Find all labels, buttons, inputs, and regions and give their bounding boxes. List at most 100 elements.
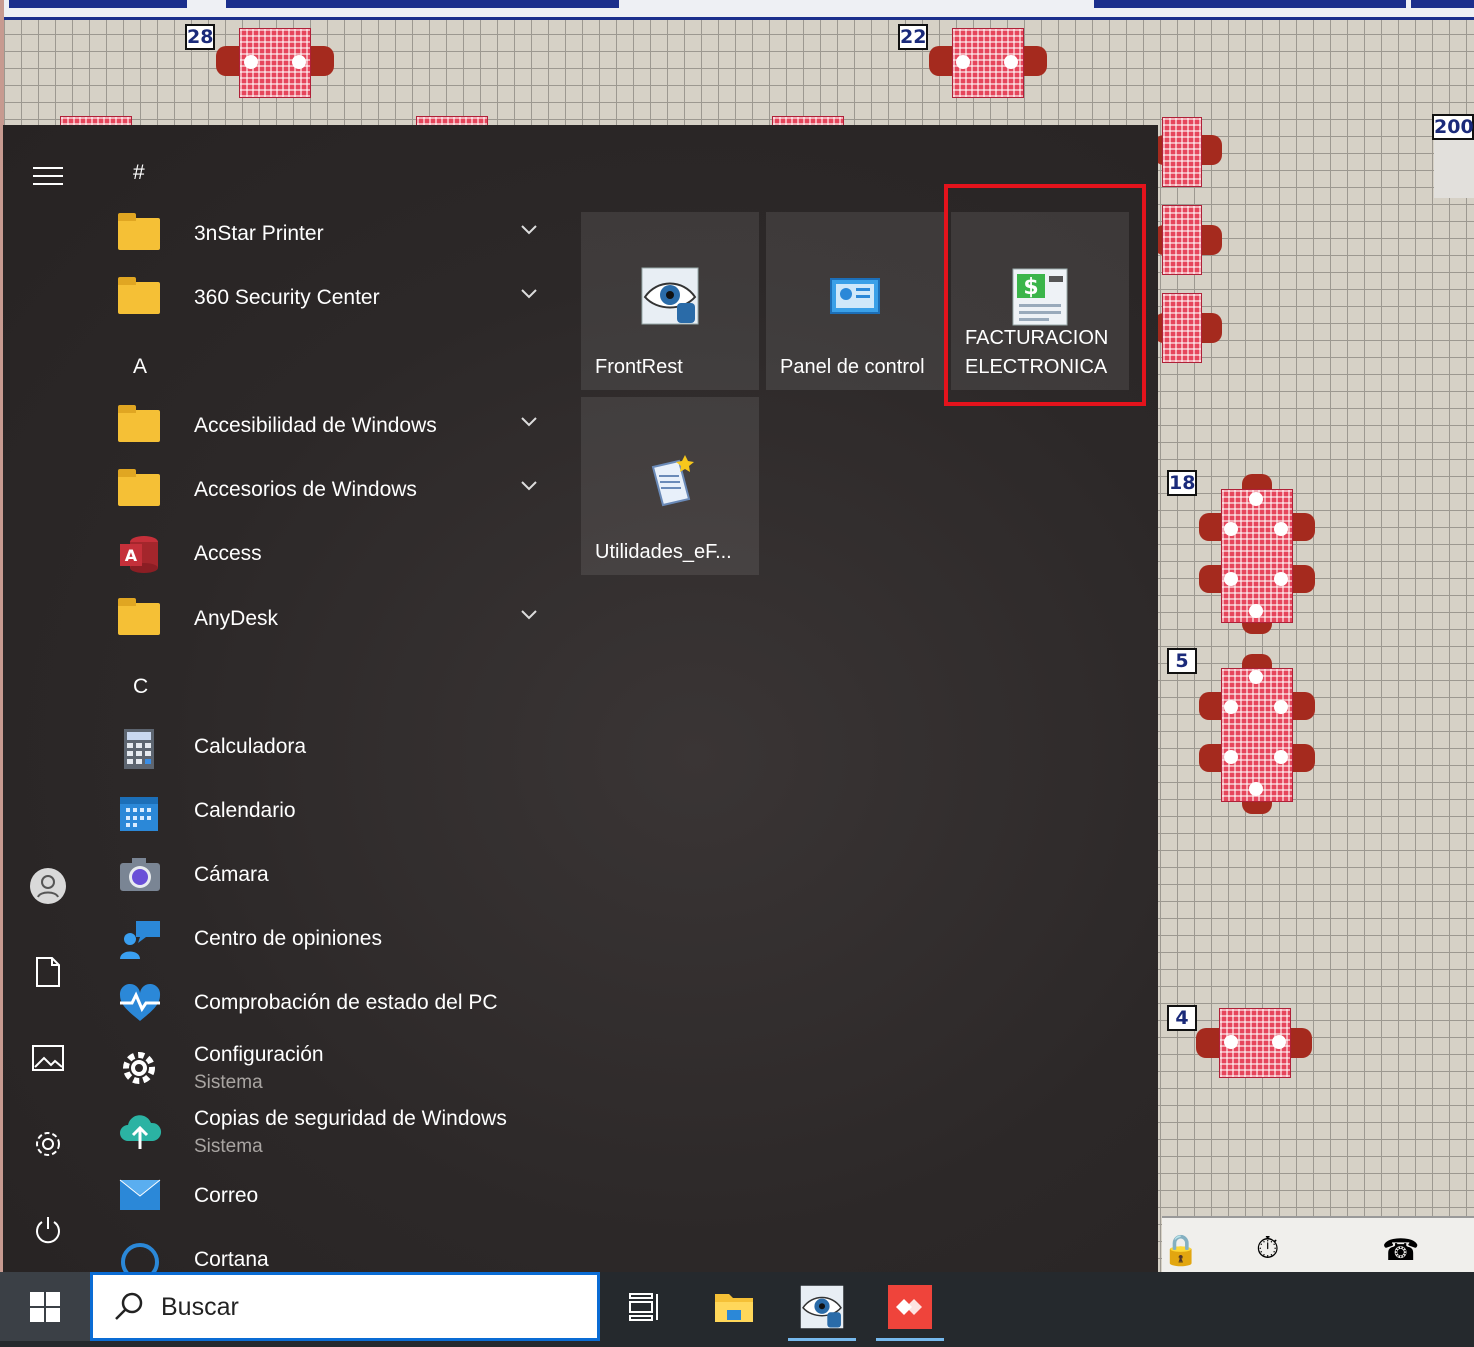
- frontrest-eye-icon: [641, 267, 699, 329]
- plate: [1224, 750, 1238, 764]
- taskbar: Buscar: [0, 1272, 1474, 1347]
- tile-utilidades-ef[interactable]: Utilidades_eF...: [581, 397, 759, 575]
- app-sublabel: Sistema: [194, 1136, 263, 1157]
- app-sublabel: Sistema: [194, 1072, 263, 1093]
- user-account-icon[interactable]: [25, 863, 71, 909]
- table-200-area: [1434, 140, 1474, 198]
- app-item-comprobacion[interactable]: Comprobación de estado del PC: [113, 975, 553, 1031]
- plate: [1274, 572, 1288, 586]
- plate: [1274, 522, 1288, 536]
- settings-gear-icon[interactable]: [25, 1121, 71, 1167]
- file-explorer-icon: [715, 1293, 753, 1322]
- tile-label: Panel de control: [780, 356, 925, 378]
- app-item-cortana[interactable]: Cortana: [113, 1232, 553, 1272]
- plate: [1224, 572, 1238, 586]
- app-item-accesibilidad[interactable]: Accesibilidad de Windows: [113, 398, 553, 454]
- file-explorer-button[interactable]: [698, 1272, 770, 1341]
- chevron-down-icon[interactable]: [521, 476, 543, 498]
- app-item-anydesk[interactable]: AnyDesk: [113, 591, 553, 647]
- tile-frontrest[interactable]: FrontRest: [581, 212, 759, 390]
- chevron-down-icon[interactable]: [521, 220, 543, 242]
- pictures-icon[interactable]: [25, 1035, 71, 1081]
- plate: [1004, 55, 1018, 69]
- chevron-down-icon[interactable]: [521, 284, 543, 306]
- plate: [1249, 782, 1263, 796]
- app-item-correo[interactable]: Correo: [113, 1168, 553, 1224]
- app-label: Accesibilidad de Windows: [194, 414, 437, 437]
- backup-cloud-icon: [118, 1111, 162, 1151]
- document-star-icon: [647, 453, 697, 513]
- plate: [1249, 670, 1263, 684]
- hamburger-menu-icon[interactable]: [25, 153, 71, 199]
- table-number-badge[interactable]: 5: [1167, 648, 1197, 674]
- app-item-centro-de-opiniones[interactable]: Centro de opiniones: [113, 911, 553, 967]
- app-list: # 3nStar Printer 360 Security Center A A…: [93, 125, 563, 1272]
- app-label: Comprobación de estado del PC: [194, 991, 498, 1014]
- app-item-360-security-center[interactable]: 360 Security Center: [113, 270, 553, 326]
- top-bar-segment: [1411, 0, 1474, 8]
- start-button[interactable]: [0, 1272, 90, 1341]
- section-header-c[interactable]: C: [133, 675, 148, 699]
- app-item-accesorios[interactable]: Accesorios de Windows: [113, 462, 553, 518]
- app-label: Configuración: [194, 1043, 324, 1066]
- calendar-icon: [118, 791, 160, 831]
- settings-gear-icon: [118, 1047, 160, 1087]
- restaurant-table[interactable]: [1162, 205, 1202, 275]
- taskbar-search-box[interactable]: Buscar: [90, 1272, 600, 1341]
- restaurant-table[interactable]: [1221, 489, 1293, 623]
- pc-health-check-icon: [118, 983, 161, 1023]
- search-icon: [113, 1291, 145, 1327]
- chevron-down-icon[interactable]: [521, 605, 543, 627]
- restaurant-table[interactable]: [1162, 293, 1202, 363]
- service-bell-icon[interactable]: ⏱: [1256, 1234, 1279, 1264]
- app-item-calendario[interactable]: Calendario: [113, 783, 553, 839]
- frontrest-taskbar-button[interactable]: [786, 1272, 858, 1341]
- section-header-hash[interactable]: #: [133, 161, 145, 185]
- table-number-badge[interactable]: 200: [1432, 114, 1474, 140]
- plate: [1224, 700, 1238, 714]
- app-label: 3nStar Printer: [194, 222, 324, 245]
- floor-plan-toolbar: 🔒 ⏱ ☎: [1162, 1216, 1474, 1272]
- app-label: Calculadora: [194, 735, 307, 758]
- search-placeholder: Buscar: [161, 1293, 239, 1321]
- app-label: Centro de opiniones: [194, 927, 382, 950]
- app-item-calculadora[interactable]: Calculadora: [113, 719, 553, 775]
- telephone-icon[interactable]: ☎: [1382, 1236, 1419, 1266]
- camera-icon: [118, 855, 160, 895]
- documents-icon[interactable]: [25, 949, 71, 995]
- table-number-badge[interactable]: 22: [898, 24, 928, 50]
- app-item-copias-de-seguridad[interactable]: Copias de seguridad de Windows Sistema: [113, 1103, 553, 1159]
- floor-plan-top-bar: [4, 0, 1474, 20]
- power-icon[interactable]: [25, 1207, 71, 1253]
- highlight-annotation-box: [944, 184, 1146, 406]
- access-icon: A: [118, 534, 160, 574]
- app-item-configuracion[interactable]: Configuración Sistema: [113, 1039, 553, 1095]
- tile-label: FrontRest: [595, 356, 683, 378]
- anydesk-taskbar-button[interactable]: [874, 1272, 946, 1341]
- app-label: 360 Security Center: [194, 286, 380, 309]
- start-menu-rail: [3, 125, 93, 1272]
- plate: [1249, 604, 1263, 618]
- chevron-down-icon[interactable]: [521, 412, 543, 434]
- table-number-badge[interactable]: 18: [1167, 470, 1197, 496]
- app-item-access[interactable]: A Access: [113, 526, 553, 582]
- restaurant-table[interactable]: [1162, 117, 1202, 187]
- folder-icon: [118, 213, 160, 250]
- active-app-indicator: [788, 1338, 856, 1341]
- app-label: Accesorios de Windows: [194, 478, 417, 501]
- plate: [1249, 492, 1263, 506]
- lock-icon[interactable]: 🔒: [1162, 1236, 1199, 1266]
- app-label: AnyDesk: [194, 607, 279, 630]
- table-number-badge[interactable]: 4: [1167, 1005, 1197, 1031]
- svg-text:A: A: [125, 546, 138, 565]
- folder-icon: [118, 405, 160, 442]
- table-number-badge[interactable]: 28: [185, 24, 215, 50]
- app-label: Correo: [194, 1184, 259, 1207]
- app-label: Access: [194, 542, 262, 565]
- app-item-3nstar-printer[interactable]: 3nStar Printer: [113, 206, 553, 262]
- frontrest-eye-icon: [800, 1285, 844, 1328]
- section-header-a[interactable]: A: [133, 355, 147, 379]
- app-item-camara[interactable]: Cámara: [113, 847, 553, 903]
- tile-panel-de-control[interactable]: Panel de control: [766, 212, 944, 390]
- task-view-button[interactable]: [608, 1272, 680, 1341]
